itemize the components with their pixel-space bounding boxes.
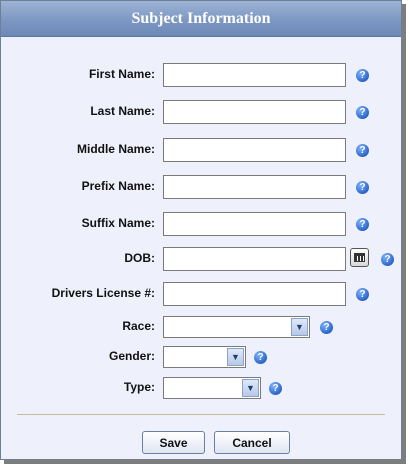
calendar-button[interactable] (350, 248, 369, 267)
type-label: Type: (123, 380, 155, 394)
gender-select[interactable]: ▼ (163, 346, 246, 368)
help-icon[interactable]: ? (356, 69, 369, 82)
middle-name-input[interactable] (163, 138, 346, 162)
middle-name-row: Middle Name: ? (1, 138, 401, 162)
type-row: Type: ▼ ? (1, 376, 401, 400)
dialog-title: Subject Information (1, 1, 401, 37)
divider (17, 414, 385, 415)
help-icon[interactable]: ? (356, 288, 369, 301)
help-icon[interactable]: ? (320, 321, 333, 334)
help-icon[interactable]: ? (356, 181, 369, 194)
prefix-name-input[interactable] (163, 175, 346, 199)
last-name-input[interactable] (163, 100, 346, 124)
drivers-license-input[interactable] (163, 282, 346, 306)
help-icon[interactable]: ? (356, 144, 369, 157)
help-icon[interactable]: ? (356, 106, 369, 119)
help-icon[interactable]: ? (356, 218, 369, 231)
prefix-name-row: Prefix Name: ? (1, 175, 401, 199)
race-row: Race: ▼ ? (1, 315, 401, 339)
first-name-input[interactable] (163, 63, 346, 87)
calendar-icon (354, 253, 365, 262)
chevron-down-icon[interactable]: ▼ (291, 318, 308, 336)
help-icon[interactable]: ? (381, 253, 394, 266)
dob-input[interactable] (163, 247, 346, 271)
last-name-label: Last Name: (90, 104, 155, 118)
gender-row: Gender: ▼ ? (1, 345, 401, 369)
first-name-label: First Name: (88, 67, 155, 81)
help-icon[interactable]: ? (269, 382, 282, 395)
race-label: Race: (122, 319, 155, 333)
dob-row: DOB: ? (1, 247, 401, 271)
save-button[interactable]: Save (142, 431, 205, 454)
dob-label: DOB: (124, 251, 155, 265)
race-select[interactable]: ▼ (163, 316, 310, 338)
cancel-button[interactable]: Cancel (214, 431, 290, 454)
suffix-name-label: Suffix Name: (81, 216, 155, 230)
drivers-license-row: Drivers License #: ? (1, 282, 401, 306)
chevron-down-icon[interactable]: ▼ (227, 348, 244, 366)
suffix-name-row: Suffix Name: ? (1, 212, 401, 236)
prefix-name-label: Prefix Name: (81, 179, 155, 193)
type-select[interactable]: ▼ (163, 377, 261, 399)
suffix-name-input[interactable] (163, 212, 346, 236)
last-name-row: Last Name: ? (1, 100, 401, 124)
chevron-down-icon[interactable]: ▼ (242, 379, 259, 397)
drivers-license-label: Drivers License #: (51, 286, 155, 300)
middle-name-label: Middle Name: (76, 142, 155, 156)
gender-label: Gender: (108, 349, 155, 363)
help-icon[interactable]: ? (254, 351, 267, 364)
first-name-row: First Name: ? (1, 63, 401, 87)
subject-information-dialog: Subject Information First Name: ? Last N… (0, 0, 402, 460)
